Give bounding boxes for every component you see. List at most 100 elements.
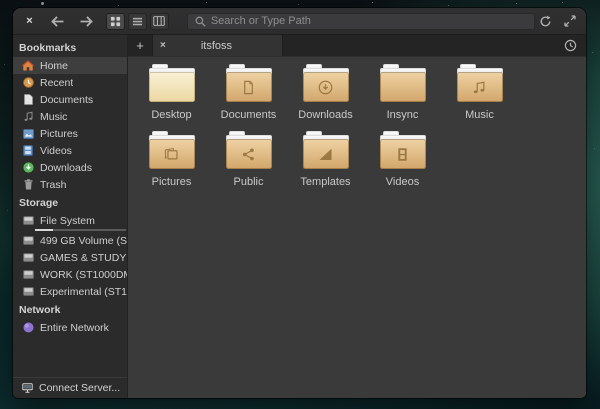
sidebar-item-experimental-st10[interactable]: Experimental (ST10... [13,283,127,300]
folder-music[interactable]: Music [441,64,518,121]
refresh-button[interactable] [535,12,555,30]
sidebar-item-label: Entire Network [40,322,109,334]
view-toggle-group [106,13,169,30]
expand-button[interactable] [560,12,580,30]
folder-front [149,139,195,169]
sidebar-item-label: Documents [40,94,93,106]
downloads-icon [22,162,34,174]
sidebar-item-label: Pictures [40,128,78,140]
forward-button[interactable] [77,12,97,30]
folder-label: Documents [221,109,277,121]
folder-front [303,139,349,169]
folder-view: Desktop Documents Downloads Insync Music Pict… [128,57,586,398]
folder-front [457,72,503,102]
trash-icon [22,179,34,191]
folder-videos[interactable]: Videos [364,131,441,188]
sidebar-item-home[interactable]: Home [13,57,127,74]
forward-arrow-icon [79,16,94,27]
folder-public[interactable]: Public [210,131,287,188]
sidebar-item-label: Music [40,111,67,123]
video-glyph-icon [394,146,411,163]
folder-desktop[interactable]: Desktop [133,64,210,121]
folder-icon [149,131,195,169]
sidebar-sections: BookmarksHomeRecentDocumentsMusicPicture… [13,38,127,336]
folder-icon [226,64,272,102]
section-header-storage: Storage [13,193,127,212]
grid-view-icon [110,16,121,27]
list-view-button[interactable] [128,13,147,30]
drive-icon [22,215,34,227]
history-button[interactable] [555,35,586,56]
drive-icon [22,286,34,298]
folder-insync[interactable]: Insync [364,64,441,121]
sidebar-item-label: 499 GB Volume (Sa... [40,235,127,247]
sidebar-item-recent[interactable]: Recent [13,74,127,91]
folder-downloads[interactable]: Downloads [287,64,364,121]
sidebar-item-label: File System [40,215,95,227]
sidebar-item-documents[interactable]: Documents [13,91,127,108]
tab-title: itsfoss [166,40,275,52]
tab-itsfoss[interactable]: × itsfoss [152,35,283,56]
drive-icon [22,269,34,281]
folder-icon [149,64,195,102]
folder-label: Desktop [151,109,191,121]
folder-label: Music [465,109,494,121]
new-tab-button[interactable]: + [128,35,152,56]
folder-front [380,72,426,102]
back-button[interactable] [48,12,68,30]
drive-icon [22,235,34,247]
connect-server-button[interactable]: Connect Server... [13,377,127,398]
sidebar-item-videos[interactable]: Videos [13,142,127,159]
window-close-button[interactable]: × [22,14,37,29]
window-body: BookmarksHomeRecentDocumentsMusicPicture… [13,35,586,398]
network-icon [22,322,34,334]
folder-label: Videos [386,176,419,188]
folder-icon [303,64,349,102]
folder-label: Templates [300,176,350,188]
disk-usage-bar [35,229,126,231]
sidebar-item-label: Videos [40,145,72,157]
sidebar-item-label: Experimental (ST10... [40,286,127,298]
main-panel: + × itsfoss Desktop Documents Downloads Ins… [128,35,586,398]
back-arrow-icon [50,16,65,27]
folder-label: Downloads [298,109,352,121]
sidebar-item-games-study-s[interactable]: GAMES & STUDY (S... [13,249,127,266]
folder-documents[interactable]: Documents [210,64,287,121]
sidebar-item-499-gb-volume-sa[interactable]: 499 GB Volume (Sa... [13,232,127,249]
sidebar-item-file-system[interactable]: File System [13,212,127,232]
picture-glyph-icon [163,146,180,163]
sidebar-item-music[interactable]: Music [13,108,127,125]
music-glyph-icon [471,79,488,96]
toolbar: × [13,8,586,35]
folder-icon [380,64,426,102]
folder-front [226,72,272,102]
nav-buttons [48,12,97,30]
sidebar-item-pictures[interactable]: Pictures [13,125,127,142]
sidebar-item-entire-network[interactable]: Entire Network [13,319,127,336]
sidebar-item-trash[interactable]: Trash [13,176,127,193]
wallpaper-stars [0,0,1,1]
folder-pictures[interactable]: Pictures [133,131,210,188]
folder-icon [226,131,272,169]
section-header-network: Network [13,300,127,319]
search-input[interactable] [211,15,527,27]
expand-icon [564,15,576,27]
folder-icon [457,64,503,102]
refresh-icon [539,15,552,28]
folder-templates[interactable]: Templates [287,131,364,188]
music-note-icon [22,111,34,123]
document-glyph-icon [240,79,257,96]
search-bar[interactable] [187,13,535,30]
sidebar-item-label: WORK (ST1000DM0... [40,269,127,281]
icon-view-button[interactable] [106,13,125,30]
sidebar-item-work-st1000dm0[interactable]: WORK (ST1000DM0... [13,266,127,283]
download-glyph-icon [317,79,334,96]
columns-view-button[interactable] [150,13,169,30]
sidebar-item-downloads[interactable]: Downloads [13,159,127,176]
folder-front [380,139,426,169]
server-icon [21,382,33,394]
template-glyph-icon [317,146,334,163]
folder-front [149,72,195,102]
columns-view-icon [153,16,165,26]
connect-server-label: Connect Server... [39,382,120,394]
